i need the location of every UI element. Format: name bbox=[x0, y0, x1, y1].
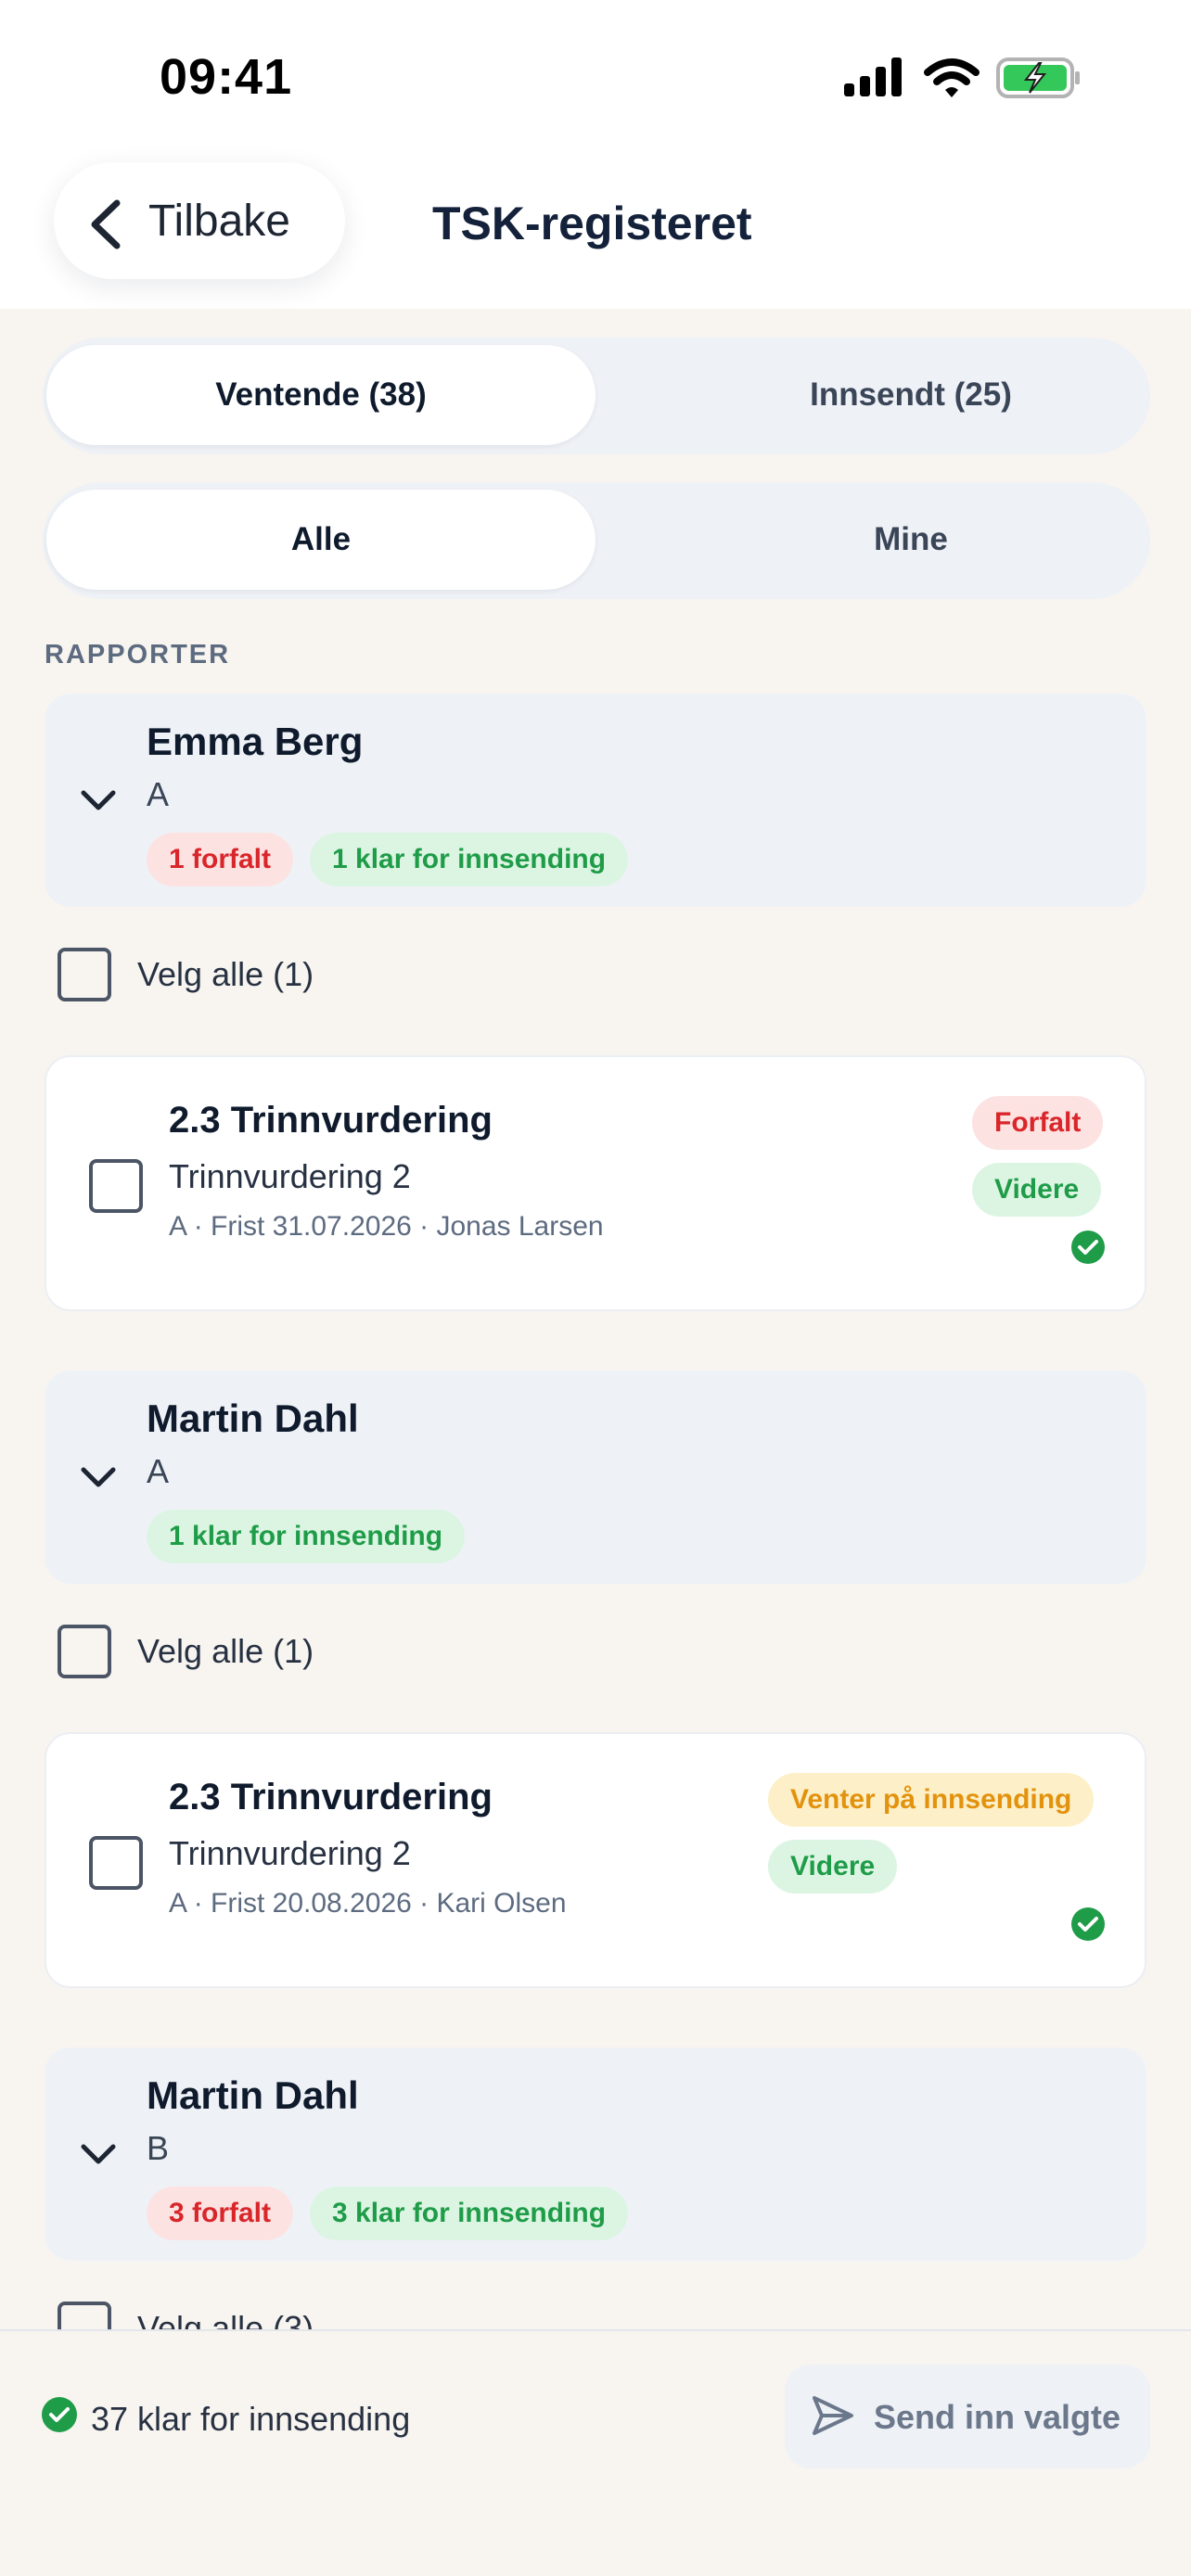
group-class: B bbox=[147, 2129, 170, 2167]
report-subtitle: Trinnvurdering 2 bbox=[169, 1834, 411, 1872]
check-circle-icon bbox=[1071, 1231, 1105, 1264]
send-icon bbox=[813, 2396, 853, 2435]
group-header[interactable]: Martin Dahl A 1 klar for innsending bbox=[45, 1371, 1146, 1584]
overdue-badge: Forfalt bbox=[972, 1096, 1104, 1150]
wifi-icon bbox=[924, 58, 980, 97]
group-class: A bbox=[147, 775, 170, 813]
check-circle-icon bbox=[1071, 1907, 1105, 1941]
back-button[interactable]: Tilbake bbox=[54, 162, 345, 279]
overdue-badge: 1 forfalt bbox=[147, 833, 294, 886]
report-badges: Venter på innsending Videre bbox=[768, 1773, 1095, 1894]
send-button-label: Send inn valgte bbox=[874, 2398, 1121, 2436]
report-checkbox[interactable] bbox=[89, 1159, 143, 1213]
status-time: 09:41 bbox=[160, 49, 293, 105]
report-card[interactable]: 2.3 Trinnvurdering Trinnvurdering 2 A · … bbox=[45, 1732, 1146, 1988]
status-tabs: Ventende (38) Innsendt (25) bbox=[43, 338, 1150, 454]
chevron-left-icon bbox=[91, 199, 121, 249]
group-header[interactable]: Martin Dahl B 3 forfalt 3 klar for innse… bbox=[45, 2047, 1146, 2261]
filter-alle[interactable]: Alle bbox=[46, 490, 596, 590]
group-badges: 1 klar for innsending bbox=[147, 1510, 466, 1563]
chevron-down-icon bbox=[81, 2144, 116, 2164]
page-title: TSK-registeret bbox=[432, 198, 752, 249]
group-name: Martin Dahl bbox=[147, 1396, 359, 1440]
owner-filter: Alle Mine bbox=[43, 482, 1150, 599]
chevron-down-icon bbox=[81, 790, 116, 810]
select-all-label: Velg alle (1) bbox=[137, 955, 314, 993]
group-header[interactable]: Emma Berg A 1 forfalt 1 klar for innsend… bbox=[45, 694, 1146, 907]
select-all-checkbox[interactable] bbox=[58, 1625, 111, 1678]
group-name: Martin Dahl bbox=[147, 2073, 359, 2117]
overdue-badge: 3 forfalt bbox=[147, 2187, 294, 2240]
pending-badge: Venter på innsending bbox=[768, 1773, 1095, 1827]
ready-count-text: 37 klar for innsending bbox=[91, 2400, 411, 2438]
group-class: A bbox=[147, 1452, 170, 1490]
report-badges: Forfalt Videre bbox=[972, 1096, 1104, 1217]
ready-badge: 1 klar for innsending bbox=[147, 1510, 466, 1563]
report-meta: A · Frist 31.07.2026 · Jonas Larsen bbox=[169, 1211, 604, 1242]
back-button-label: Tilbake bbox=[148, 197, 290, 246]
report-checkbox[interactable] bbox=[89, 1836, 143, 1890]
report-card[interactable]: 2.3 Trinnvurdering Trinnvurdering 2 A · … bbox=[45, 1055, 1146, 1311]
section-label: RAPPORTER bbox=[45, 640, 231, 670]
filter-mine[interactable]: Mine bbox=[636, 490, 1185, 590]
ready-badge: 1 klar for innsending bbox=[310, 833, 629, 886]
group-badges: 1 forfalt 1 klar for innsending bbox=[147, 833, 629, 886]
next-badge: Videre bbox=[972, 1163, 1102, 1217]
report-subtitle: Trinnvurdering 2 bbox=[169, 1157, 411, 1195]
next-badge: Videre bbox=[768, 1840, 898, 1894]
group-name: Emma Berg bbox=[147, 720, 364, 763]
select-all-checkbox[interactable] bbox=[58, 948, 111, 1001]
report-meta: A · Frist 20.08.2026 · Kari Olsen bbox=[169, 1888, 567, 1919]
send-selected-button[interactable]: Send inn valgte bbox=[785, 2365, 1150, 2468]
tab-innsendt[interactable]: Innsendt (25) bbox=[636, 345, 1185, 445]
report-title: 2.3 Trinnvurdering bbox=[169, 1100, 493, 1141]
bottom-action-bar: 37 klar for innsending Send inn valgte bbox=[0, 2329, 1191, 2576]
check-circle-icon bbox=[42, 2397, 77, 2432]
group-badges: 3 forfalt 3 klar for innsending bbox=[147, 2187, 629, 2240]
chevron-down-icon bbox=[81, 1467, 116, 1487]
tab-ventende[interactable]: Ventende (38) bbox=[46, 345, 596, 445]
select-all-label: Velg alle (1) bbox=[137, 1632, 314, 1670]
app-header: Tilbake TSK-registeret bbox=[0, 158, 1191, 309]
ready-badge: 3 klar for innsending bbox=[310, 2187, 629, 2240]
report-title: 2.3 Trinnvurdering bbox=[169, 1777, 493, 1817]
status-bar: 09:41 bbox=[0, 0, 1191, 158]
battery-charging-icon bbox=[996, 57, 1080, 98]
cellular-signal-icon bbox=[844, 57, 902, 96]
